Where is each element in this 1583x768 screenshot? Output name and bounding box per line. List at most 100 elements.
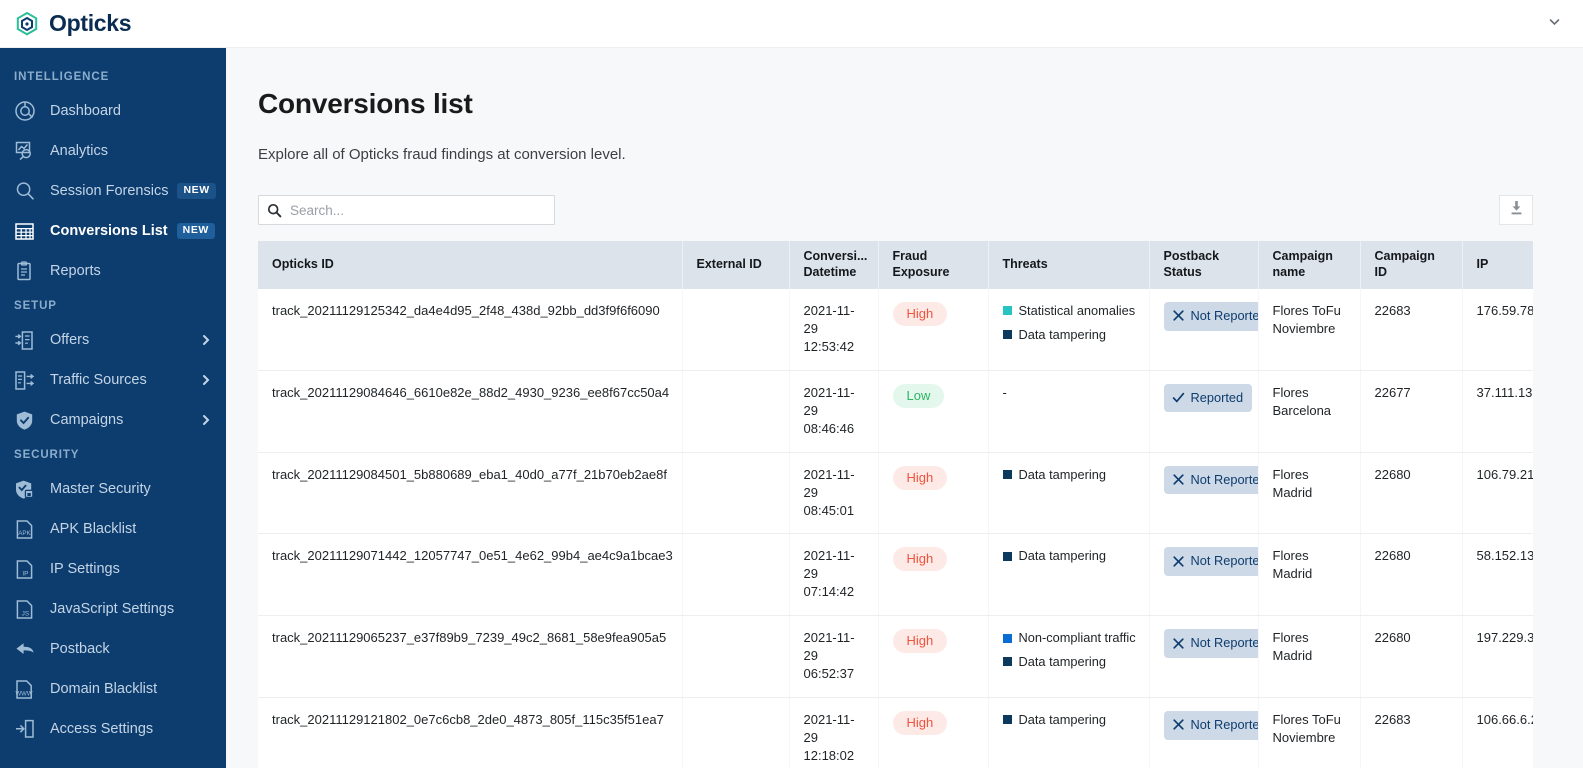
column-header-postback-status[interactable]: Postback Status (1149, 241, 1259, 289)
threats-empty: - (1002, 384, 1007, 400)
table-row[interactable]: track_20211129121802_0e7c6cb8_2de0_4873_… (258, 697, 1533, 768)
conversions-table-scroll[interactable]: Opticks ID External ID Conversi... Datetim… (258, 241, 1533, 768)
sidebar-item-domain-blacklist[interactable]: WWW Domain Blacklist (0, 669, 226, 709)
search-box[interactable] (258, 195, 555, 225)
table-grid-icon (14, 219, 40, 243)
postback-status-badge[interactable]: Not Reported (1163, 629, 1257, 658)
sidebar-item-label: Analytics (50, 143, 109, 159)
column-header-fraud-exposure[interactable]: Fraud Exposure (878, 241, 989, 289)
opticks-hexagon-logo-icon (14, 11, 40, 37)
column-header-external-id[interactable]: External ID (682, 241, 790, 289)
www-file-icon: WWW (14, 677, 40, 701)
table-row[interactable]: track_20211129071442_12057747_0e51_4e62_… (258, 533, 1533, 617)
column-header-opticks-id[interactable]: Opticks ID (258, 241, 683, 289)
table-row[interactable]: track_20211129084501_5b880689_eba1_40d0_… (258, 452, 1533, 535)
cell-campaign-id: 22680 (1360, 615, 1463, 699)
sidebar-item-label: Master Security (50, 481, 151, 497)
postback-status-badge[interactable]: Not Reported (1163, 711, 1258, 740)
postback-status-badge[interactable]: Not Reported (1163, 465, 1258, 495)
cell-opticks-id: track_20211129065237_e37f89b9_7239_49c2_… (258, 615, 683, 699)
cell-conversion-datetime: 2021-11-29 12:53:42 (789, 289, 879, 371)
cell-campaign-name: Flores Madrid (1258, 533, 1361, 617)
cell-external-id (682, 697, 790, 768)
cell-campaign-id: 22680 (1360, 452, 1463, 535)
brand[interactable]: Opticks (14, 10, 132, 37)
postback-status-badge[interactable]: Reported (1163, 383, 1253, 413)
conversion-time: 12:18:02 (803, 747, 855, 763)
postback-status-badge[interactable]: Not Reported (1163, 302, 1257, 331)
conversion-time: 12:53:42 (803, 338, 855, 354)
threat-item: Statistical anomalies (1002, 302, 1136, 320)
sidebar-item-reports[interactable]: Reports (0, 251, 226, 291)
threat-label: Data tampering (1018, 653, 1107, 669)
cell-ip: 37.111.137.... (1462, 370, 1533, 453)
ip-file-icon: IP (14, 557, 40, 581)
chevron-down-icon (1548, 15, 1561, 33)
shield-check-icon (14, 408, 40, 432)
sidebar-item-offers[interactable]: Offers (0, 320, 226, 360)
sidebar-item-label: Campaigns (50, 412, 124, 428)
threat-label: Statistical anomalies (1018, 303, 1136, 318)
sidebar-item-traffic-sources[interactable]: Traffic Sources (0, 360, 226, 400)
table-header-row: Opticks ID External ID Conversi... Datetim… (258, 241, 1533, 289)
table-row[interactable]: track_20211129065237_e37f89b9_7239_49c2_… (258, 615, 1533, 699)
app-root: Opticks INTELLIGENCE Dashboard Analytics Se… (0, 0, 1583, 768)
sidebar-item-conversions-list[interactable]: Conversions List NEW (0, 211, 226, 251)
cell-ip: 58.152.131... (1462, 533, 1533, 617)
cell-fraud-exposure: High (878, 452, 989, 535)
account-menu-button[interactable] (1543, 13, 1565, 35)
table-row[interactable]: track_20211129125342_da4e4d95_2f48_438d_… (258, 289, 1533, 371)
brand-name: Opticks (49, 10, 132, 36)
cell-fraud-exposure: High (878, 697, 989, 768)
table-row[interactable]: track_20211129084646_6610e82e_88d2_4930_… (258, 370, 1533, 453)
close-x-icon (1172, 718, 1185, 731)
sidebar-item-session-forensics[interactable]: Session Forensics NEW (0, 171, 226, 211)
cell-opticks-id: track_20211129121802_0e7c6cb8_2de0_4873_… (258, 697, 683, 768)
sidebar-item-label: Session Forensics (50, 183, 169, 199)
cell-ip: 176.59.78.... (1462, 289, 1533, 371)
cell-external-id (682, 289, 790, 371)
cell-postback-status: Reported (1149, 370, 1259, 453)
conversion-date: 2021-11-29 (803, 466, 855, 500)
threat-color-swatch (1002, 306, 1012, 316)
sidebar: INTELLIGENCE Dashboard Analytics Session Fo… (0, 48, 226, 768)
apk-file-icon: APK (14, 517, 40, 541)
sidebar-item-label: Conversions List (50, 223, 168, 239)
svg-text:IP: IP (22, 570, 28, 577)
check-icon (1172, 391, 1185, 404)
postback-status-badge[interactable]: Not Reported (1163, 547, 1257, 577)
sidebar-item-master-security[interactable]: Master Security (0, 469, 226, 509)
sidebar-item-apk-blacklist[interactable]: APK APK Blacklist (0, 509, 226, 549)
column-header-ip[interactable]: IP (1462, 241, 1533, 289)
cell-opticks-id: track_20211129084646_6610e82e_88d2_4930_… (258, 370, 683, 453)
sidebar-item-analytics[interactable]: Analytics (0, 131, 226, 171)
sidebar-item-access-settings[interactable]: Access Settings (0, 709, 226, 749)
fraud-exposure-badge: High (892, 547, 948, 572)
column-header-threats[interactable]: Threats (988, 241, 1150, 289)
door-exit-icon (14, 717, 40, 741)
column-header-campaign-id[interactable]: Campaign ID (1360, 241, 1463, 289)
postback-status-label: Not Reported (1190, 471, 1258, 487)
js-file-icon: JS (14, 597, 40, 621)
sidebar-item-javascript-settings[interactable]: JS JavaScript Settings (0, 589, 226, 629)
cell-campaign-id: 22683 (1360, 697, 1463, 768)
sidebar-item-postback[interactable]: Postback (0, 629, 226, 669)
shield-lock-icon (14, 477, 40, 501)
search-input[interactable] (288, 201, 546, 219)
threat-item: Non-compliant traffic (1002, 629, 1136, 647)
postback-status-label: Not Reported (1190, 717, 1258, 733)
export-download-button[interactable] (1499, 195, 1533, 225)
column-header-conversion-datetime[interactable]: Conversi... Datetime (789, 241, 879, 289)
cell-postback-status: Not Reported (1149, 697, 1259, 768)
threat-item: Data tampering (1002, 653, 1135, 671)
search-icon (267, 203, 282, 218)
sidebar-item-label: Domain Blacklist (50, 681, 158, 697)
sidebar-item-label: Traffic Sources (50, 372, 147, 388)
chevron-right-icon (200, 334, 212, 346)
sidebar-item-campaigns[interactable]: Campaigns (0, 400, 226, 440)
sidebar-item-ip-settings[interactable]: IP IP Settings (0, 549, 226, 589)
cell-postback-status: Not Reported (1149, 289, 1259, 371)
page-title: Conversions list (258, 88, 473, 119)
sidebar-item-dashboard[interactable]: Dashboard (0, 91, 226, 131)
column-header-campaign-name[interactable]: Campaign name (1258, 241, 1361, 289)
